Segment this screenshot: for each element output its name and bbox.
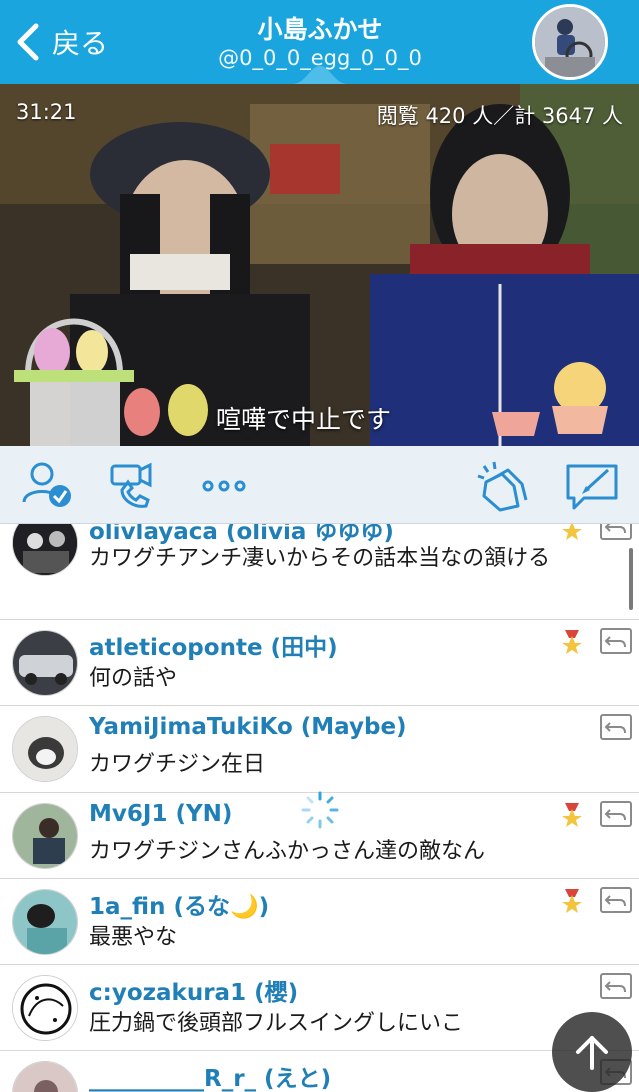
avatar[interactable]	[12, 889, 78, 955]
reply-icon[interactable]	[600, 628, 632, 654]
top-navigation-bar: 戻る 小島ふかせ @0_0_0_egg_0_0_0	[0, 0, 639, 84]
avatar[interactable]	[12, 975, 78, 1041]
back-label: 戻る	[52, 27, 109, 60]
arrow-up-icon	[576, 1036, 608, 1070]
comment-row: atleticoponte (田中) 何の話や	[0, 620, 639, 706]
reply-icon[interactable]	[600, 524, 632, 540]
supporter-badge-icon	[562, 630, 582, 654]
chevron-left-icon	[17, 23, 39, 61]
comment-text: 最悪やな	[89, 925, 178, 950]
header-notch	[292, 66, 348, 84]
reply-icon[interactable]	[600, 801, 632, 827]
reply-icon[interactable]	[600, 714, 632, 740]
comment-row: YamiJimaTukiKo (Maybe) カワグチジン在日	[0, 706, 639, 793]
avatar[interactable]	[12, 716, 78, 782]
supporter-badge-icon	[562, 803, 582, 827]
comment-text: カワグチジン在日	[89, 752, 266, 777]
compose-icon	[566, 464, 618, 510]
compose-comment-button[interactable]	[562, 456, 622, 514]
viewer-count: 閲覧 420 人／計 3647 人	[376, 104, 623, 128]
follow-user-button[interactable]	[18, 456, 78, 514]
supporter-badge-icon	[562, 889, 582, 913]
comment-username[interactable]: c:yozakura1 (櫻)	[89, 973, 298, 1007]
avatar[interactable]	[12, 524, 78, 576]
scroll-to-top-button[interactable]	[552, 1012, 632, 1092]
comment-row: 1a_fin (るな🌙) 最悪やな	[0, 879, 639, 965]
back-button[interactable]: 戻る	[14, 20, 108, 64]
elapsed-time: 31:21	[16, 100, 77, 124]
live-video[interactable]: 31:21 閲覧 420 人／計 3647 人 喧嘩で中止です	[0, 84, 639, 446]
video-call-button[interactable]	[104, 456, 164, 514]
reply-icon[interactable]	[600, 973, 632, 999]
comment-text: カワグチジンさんふかっさん達の敵なん	[89, 839, 486, 864]
avatar[interactable]	[12, 630, 78, 696]
broadcaster-avatar[interactable]	[532, 4, 608, 80]
comment-text: カワグチアンチ凄いからその話本当なの頷ける	[89, 546, 551, 571]
follow-user-icon	[22, 462, 71, 507]
supporter-badge-icon	[562, 524, 582, 540]
comment-username[interactable]: Mv6J1 (YN)	[89, 801, 232, 827]
avatar[interactable]	[12, 803, 78, 869]
comment-username[interactable]: atleticoponte (田中)	[89, 628, 338, 662]
video-call-icon	[110, 462, 152, 508]
comment-text: 何の話や	[89, 666, 178, 691]
comment-row: __________R_r_ (えと)	[0, 1051, 639, 1092]
comment-row: c:yozakura1 (櫻) 圧力鍋で後頭部フルスイングしにいこ	[0, 965, 639, 1051]
comment-username[interactable]: YamiJimaTukiKo (Maybe)	[89, 714, 407, 740]
broadcast-caption: 喧嘩で中止です	[216, 405, 392, 434]
clap-icon	[477, 461, 528, 512]
comment-username[interactable]: __________R_r_ (えと)	[89, 1059, 331, 1092]
video-frame	[0, 84, 639, 446]
comment-list-scrollbar[interactable]	[629, 548, 633, 610]
action-toolbar	[0, 446, 639, 524]
clap-button[interactable]	[474, 456, 534, 514]
comment-text: 圧力鍋で後頭部フルスイングしにいこ	[89, 1011, 464, 1036]
more-options-button[interactable]	[194, 456, 254, 514]
comment-row: olivlayaca (olivia ゆゆゆ) カワグチアンチ凄いからその話本当…	[0, 524, 639, 620]
reply-icon[interactable]	[600, 887, 632, 913]
comment-username[interactable]: 1a_fin (るな🌙)	[89, 887, 269, 921]
loading-spinner-icon	[301, 791, 339, 829]
more-icon	[202, 480, 246, 492]
broadcaster-name: 小島ふかせ	[257, 15, 383, 44]
avatar[interactable]	[12, 1061, 78, 1092]
